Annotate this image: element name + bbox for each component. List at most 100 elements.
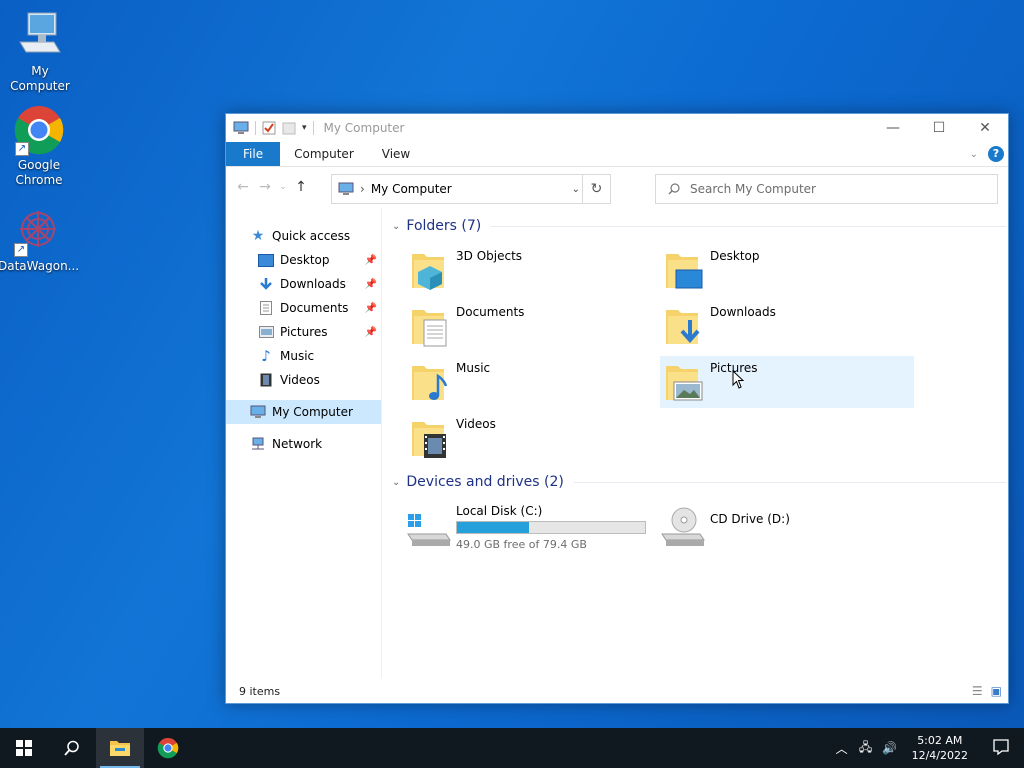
customize-qat-icon[interactable]: ▾ xyxy=(302,123,307,133)
back-arrow-icon[interactable]: ← xyxy=(232,179,254,195)
breadcrumb-separator-icon: › xyxy=(360,182,365,196)
nav-item-music[interactable]: ♪ Music xyxy=(226,344,381,368)
maximize-button[interactable]: ☐ xyxy=(916,114,962,142)
nav-item-downloads[interactable]: Downloads 📌 xyxy=(226,272,381,296)
file-explorer-taskbar-button[interactable] xyxy=(96,728,144,768)
drive-name: CD Drive (D:) xyxy=(710,512,790,526)
drive-usage-bar xyxy=(456,521,646,534)
folder-pictures[interactable]: Pictures xyxy=(660,356,914,408)
nav-item-network[interactable]: Network xyxy=(226,432,381,456)
minimize-button[interactable]: — xyxy=(870,114,916,142)
computer-icon xyxy=(233,121,249,134)
tab-computer[interactable]: Computer xyxy=(280,142,368,166)
up-arrow-icon[interactable]: ↑ xyxy=(290,179,312,195)
pictures-folder-icon xyxy=(664,360,704,404)
network-icon[interactable]: 🖧 xyxy=(854,738,878,759)
item-count: 9 items xyxy=(239,684,281,698)
folder-name: Videos xyxy=(456,417,496,431)
desktop-icon-label: Google Chrome xyxy=(15,158,63,187)
status-bar: 9 items ☰ ▣ xyxy=(226,679,1008,703)
computer-icon xyxy=(250,404,266,420)
forward-arrow-icon[interactable]: → xyxy=(254,179,276,195)
folder-name: Downloads xyxy=(710,305,776,319)
pin-icon: 📌 xyxy=(364,326,377,338)
mouse-cursor-icon xyxy=(732,370,744,389)
properties-icon[interactable] xyxy=(262,121,276,135)
action-center-icon[interactable] xyxy=(978,738,1024,758)
expand-ribbon-icon[interactable]: ⌄ xyxy=(970,149,978,160)
pin-icon: 📌 xyxy=(364,254,377,266)
address-bar[interactable]: › My Computer ⌄ ↻ xyxy=(331,174,611,204)
nav-item-desktop[interactable]: Desktop 📌 xyxy=(226,248,381,272)
drive-free-space: 49.0 GB free of 79.4 GB xyxy=(456,538,587,551)
nav-item-videos[interactable]: Videos xyxy=(226,368,381,392)
nav-item-pictures[interactable]: Pictures 📌 xyxy=(226,320,381,344)
desktop-icon-label: DataWagon... xyxy=(0,259,80,273)
search-button[interactable] xyxy=(48,728,96,768)
computer-icon xyxy=(338,182,354,195)
collapse-chevron-icon[interactable]: ⌄ xyxy=(392,477,400,488)
tab-file[interactable]: File xyxy=(226,142,281,166)
folder-documents[interactable]: Documents xyxy=(406,300,660,352)
search-box[interactable] xyxy=(655,174,998,204)
nav-item-my-computer[interactable]: My Computer xyxy=(226,400,381,424)
title-bar[interactable]: ▾ My Computer — ☐ ✕ xyxy=(226,114,1008,142)
folder-3d-objects[interactable]: 3D Objects xyxy=(406,244,660,296)
documents-icon xyxy=(258,300,274,316)
close-button[interactable]: ✕ xyxy=(962,114,1008,142)
shortcut-arrow-icon: ↗ xyxy=(15,142,29,156)
nav-label: Documents xyxy=(280,301,349,315)
desktop-icon-datawagon[interactable]: ↗ DataWagon... xyxy=(0,205,80,274)
drive-local-disk-c[interactable]: Local Disk (C:) 49.0 GB free of 79.4 GB xyxy=(406,504,660,552)
start-button[interactable] xyxy=(0,728,48,768)
shortcut-arrow-icon: ↗ xyxy=(14,243,28,257)
tab-view[interactable]: View xyxy=(368,142,424,166)
desktop-icon xyxy=(258,252,274,268)
chrome-taskbar-button[interactable] xyxy=(144,728,192,768)
drive-cd-d[interactable]: CD Drive (D:) xyxy=(660,504,914,552)
folder-name: 3D Objects xyxy=(456,249,523,263)
recent-locations-icon[interactable]: ⌄ xyxy=(276,182,290,192)
breadcrumb[interactable]: My Computer xyxy=(371,182,452,196)
folder-desktop[interactable]: Desktop xyxy=(660,244,914,296)
desktop-icon-label: My Computer xyxy=(10,64,70,93)
documents-folder-icon xyxy=(410,304,450,348)
nav-label: Music xyxy=(280,349,315,363)
new-folder-icon[interactable] xyxy=(282,121,296,135)
drives-group-header[interactable]: ⌄ Devices and drives (2) xyxy=(386,470,1006,494)
nav-label: Quick access xyxy=(272,229,351,243)
pin-icon: 📌 xyxy=(364,278,377,290)
address-dropdown-icon[interactable]: ⌄ xyxy=(572,184,580,195)
clock-time: 5:02 AM xyxy=(917,734,963,747)
ribbon-tabs: File Computer View ⌄ ? xyxy=(226,142,1008,167)
folder-music[interactable]: Music xyxy=(406,356,660,408)
desktop-icon-my-computer[interactable]: My Computer xyxy=(0,10,80,94)
computer-icon xyxy=(14,10,66,62)
help-icon[interactable]: ? xyxy=(988,146,1004,162)
collapse-chevron-icon[interactable]: ⌄ xyxy=(392,221,400,232)
hard-drive-icon xyxy=(406,504,452,548)
folder-videos[interactable]: Videos xyxy=(406,412,660,464)
folder-name: Documents xyxy=(456,305,525,319)
large-icons-view-icon[interactable]: ▣ xyxy=(991,684,1002,698)
folders-group-title: Folders (7) xyxy=(406,218,482,234)
show-hidden-icons-icon[interactable]: ︿ xyxy=(830,740,854,757)
3d-objects-icon xyxy=(410,248,450,292)
folder-downloads[interactable]: Downloads xyxy=(660,300,914,352)
desktop-folder-icon xyxy=(664,248,704,292)
desktop-icon-google-chrome[interactable]: ↗ Google Chrome xyxy=(0,104,79,188)
chrome-icon: ↗ xyxy=(13,104,65,156)
clock-date: 12/4/2022 xyxy=(911,749,968,762)
details-view-icon[interactable]: ☰ xyxy=(972,684,983,698)
nav-label: Downloads xyxy=(280,277,346,291)
volume-icon[interactable]: 🔊 xyxy=(878,741,902,755)
clock[interactable]: 5:02 AM 12/4/2022 xyxy=(902,733,978,763)
windows-logo-icon xyxy=(16,740,32,756)
file-explorer-icon xyxy=(110,741,130,756)
folders-group-header[interactable]: ⌄ Folders (7) xyxy=(386,214,1006,238)
refresh-icon[interactable]: ↻ xyxy=(582,175,610,203)
search-input[interactable] xyxy=(690,182,970,196)
nav-item-documents[interactable]: Documents 📌 xyxy=(226,296,381,320)
nav-quick-access[interactable]: ★ Quick access xyxy=(226,224,381,248)
videos-icon xyxy=(258,372,274,388)
